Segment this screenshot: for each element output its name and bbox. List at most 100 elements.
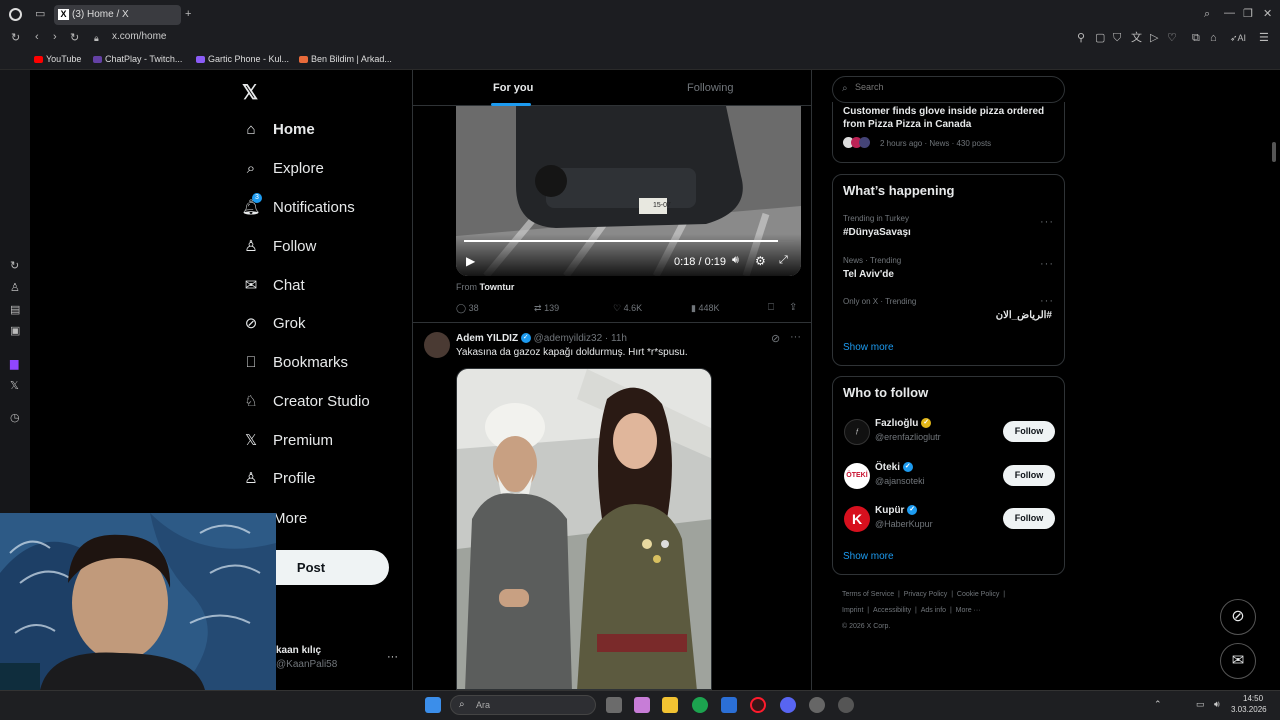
grok-icon[interactable]: ⊘ [771,332,780,345]
clock-time[interactable]: 14:50 [1243,694,1263,703]
nav-creator-studio[interactable]: ♘ Creator Studio [242,389,369,413]
clock-icon[interactable]: ◷ [10,412,20,424]
messenger-icon[interactable]: ▣ [10,325,20,337]
settings-icon[interactable]: ⚙ [755,254,766,268]
news-card[interactable]: Customer finds glove inside pizza ordere… [832,102,1065,163]
ai-button[interactable]: ➶AI [1230,32,1246,44]
menu-icon[interactable]: ☰ [1259,32,1269,44]
scrollbar-thumb[interactable] [1272,142,1276,162]
tweet-author-name[interactable]: Adem YILDIZ [456,333,518,344]
steam-icon[interactable] [809,697,825,713]
nav-follow[interactable]: ♙ Follow [242,234,316,258]
url-field[interactable]: x.com/home [112,31,166,42]
heart-icon[interactable]: ♡ [1167,32,1177,44]
twitch-icon[interactable]: ▆ [10,358,18,370]
restore-icon[interactable]: ❐ [1243,8,1253,20]
new-tab-icon[interactable]: + [185,8,191,20]
volume-icon[interactable]: 🔊︎ [732,254,739,267]
play-icon[interactable]: ▷ [1150,32,1158,44]
follow-suggestion[interactable]: ƒ Fazlıoğlu ✓ @erenfazlioglutr Follow [833,417,1064,453]
views-action[interactable]: ▮ 448K [691,303,720,314]
trend-item[interactable]: Trending in Turkey #DünyaSavaşı ··· [833,211,1064,249]
edge-icon[interactable] [692,697,708,713]
copilot-icon[interactable] [634,697,650,713]
opera-icon[interactable] [750,697,766,713]
messages-float-button[interactable]: ✉ [1220,643,1256,679]
nav-home[interactable]: ⌂ Home [242,117,314,141]
share-icon[interactable]: ⇪ [789,302,797,313]
reply-action[interactable]: ◯ 38 [456,303,479,314]
forward-icon[interactable]: › [53,31,57,43]
x-sidebar-icon[interactable]: 𝕏 [10,380,19,392]
footer-link[interactable]: Cookie Policy [957,591,999,598]
repost-action[interactable]: ⇄ 139 [534,303,559,314]
extensions-icon[interactable]: ⧉ [1192,32,1200,44]
grok-float-button[interactable]: ⊘ [1220,599,1256,635]
trend-item[interactable]: Only on X · Trending #الرياض_الان ··· [833,294,1064,332]
back-icon[interactable]: ‹ [35,31,39,43]
app-icon[interactable] [838,697,854,713]
nav-bookmarks[interactable]: ⎕ Bookmarks [242,350,348,374]
footer-link[interactable]: Terms of Service [842,591,894,598]
pin-icon[interactable]: ⚲ [1077,32,1085,44]
tweet-time[interactable]: · 11h [605,333,627,344]
video-player[interactable]: 15-07 ▶ 0:18 / 0:19 🔊︎ ⚙ ⤢ [456,106,801,276]
fullscreen-icon[interactable]: ⤢ [779,254,788,267]
aria-icon[interactable]: ♙ [10,282,20,294]
clock-date[interactable]: 3.03.2026 [1231,705,1267,714]
bookmark-youtube[interactable]: YouTube [34,54,81,64]
footer-link[interactable]: Ads info [921,607,946,614]
close-icon[interactable]: ✕ [1263,8,1272,20]
wallet-icon[interactable]: ⌂ [1210,32,1217,44]
trend-more-icon[interactable]: ··· [1040,216,1054,228]
footer-link[interactable]: Privacy Policy [904,591,948,598]
show-more-link[interactable]: Show more [843,551,894,562]
bookmark-icon[interactable]: ⎕ [768,302,774,313]
tab-following[interactable]: Following [687,82,733,94]
refresh-icon[interactable]: ↻ [70,32,79,44]
nav-explore[interactable]: ⌕ Explore [242,156,324,180]
network-icon[interactable]: ▭ [1196,699,1205,710]
like-action[interactable]: ♡ 4.6K [613,303,642,314]
trend-item[interactable]: News · Trending Tel Aviv'de ··· [833,253,1064,291]
bookmark-chatplay[interactable]: ChatPlay - Twitch... [93,54,182,64]
tweet-more-icon[interactable]: ··· [790,331,801,343]
minimize-icon[interactable]: — [1224,7,1235,19]
shield-icon[interactable]: ⛉ [1113,32,1121,44]
search-box[interactable]: ⌕ [832,76,1065,103]
search-input[interactable] [855,82,1055,92]
tray-chevron-icon[interactable]: ⌃ [1154,699,1162,710]
discord-icon[interactable] [780,697,796,713]
avatar[interactable] [424,332,450,358]
footer-link[interactable]: More ··· [956,607,981,614]
browser-tab[interactable]: X (3) Home / X [54,5,181,25]
account-menu-icon[interactable]: ··· [387,651,398,663]
trend-more-icon[interactable]: ··· [1040,295,1054,307]
opera-logo-icon[interactable] [9,8,22,21]
history-icon[interactable]: ↻ [10,260,19,272]
play-icon[interactable]: ▶ [466,254,475,268]
bookmark-gartic[interactable]: Gartic Phone - Kul... [196,54,289,64]
tab-for-you[interactable]: For you [493,82,533,94]
follow-button[interactable]: Follow [1003,508,1055,529]
snapshot-icon[interactable]: ▢ [1095,32,1105,44]
translate-icon[interactable]: 文 [1131,32,1142,44]
nav-chat[interactable]: ✉ Chat [242,273,305,297]
volume-icon[interactable]: 🔊︎ [1214,699,1220,710]
file-explorer-icon[interactable] [662,697,678,713]
nav-premium[interactable]: 𝕏 Premium [242,428,333,452]
nav-grok[interactable]: ⊘ Grok [242,311,306,335]
taskbar-search[interactable]: ⌕ Ara [450,695,596,715]
search-icon[interactable]: ⌕ [1204,8,1210,20]
show-more-link[interactable]: Show more [843,342,894,353]
footer-link[interactable]: Accessibility [873,607,911,614]
follow-suggestion[interactable]: ÖTEKİ Öteki ✓ @ajansoteki Follow [833,461,1064,497]
follow-button[interactable]: Follow [1003,465,1055,486]
source-link[interactable]: Towntur [480,282,515,292]
nav-notifications[interactable]: 🔔︎ 3 Notifications [241,193,355,219]
video-progress-track[interactable] [464,240,794,242]
pinboard-icon[interactable]: ▤ [10,304,20,316]
windows-start-icon[interactable] [425,697,441,713]
reload-icon[interactable]: ↻ [11,32,20,44]
follow-suggestion[interactable]: K Kupür ✓ @HaberKupur Follow [833,504,1064,540]
